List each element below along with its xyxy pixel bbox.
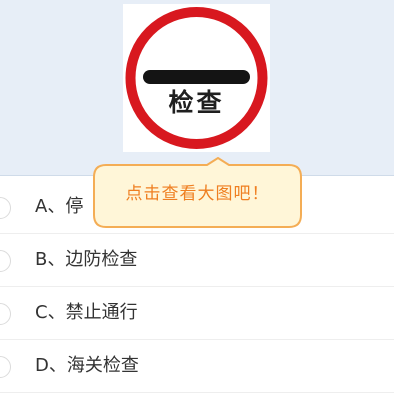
option-divider xyxy=(0,286,394,287)
radio-icon[interactable] xyxy=(0,356,11,378)
option-d[interactable]: D、海关检查 xyxy=(0,341,394,393)
option-d-label: D、海关检查 xyxy=(35,355,139,376)
question-image-area: 检查 xyxy=(0,0,394,176)
option-a[interactable]: A、停 xyxy=(0,182,394,234)
answer-options: A、停 B、边防检查 C、禁止通行 D、海关检查 xyxy=(0,182,394,393)
option-c[interactable]: C、禁止通行 xyxy=(0,288,394,340)
radio-icon[interactable] xyxy=(0,197,11,219)
option-c-label: C、禁止通行 xyxy=(35,302,138,323)
radio-icon[interactable] xyxy=(0,250,11,272)
traffic-sign-icon xyxy=(125,7,268,149)
option-divider xyxy=(0,233,394,234)
radio-icon[interactable] xyxy=(0,303,11,325)
question-image[interactable]: 检查 xyxy=(123,4,270,152)
option-divider xyxy=(0,392,394,393)
option-a-label: A、停 xyxy=(35,196,84,217)
option-divider xyxy=(0,339,394,340)
option-b-label: B、边防检查 xyxy=(35,249,138,270)
sign-label: 检查 xyxy=(168,88,225,117)
option-b[interactable]: B、边防检查 xyxy=(0,235,394,287)
